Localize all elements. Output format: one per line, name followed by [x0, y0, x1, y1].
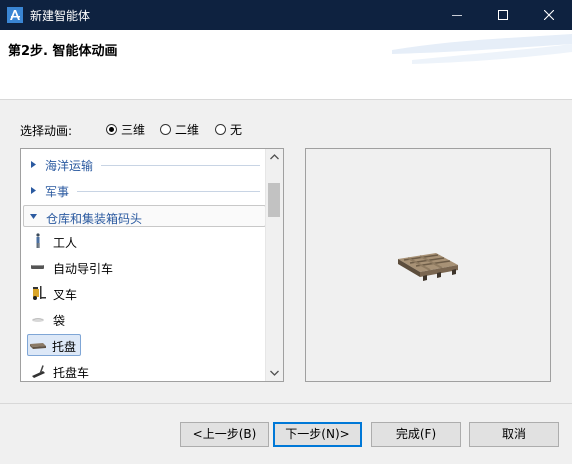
item-label: 托盘车: [53, 366, 90, 380]
radio-3d[interactable]: 三维: [106, 121, 145, 137]
minimize-button[interactable]: [434, 0, 480, 30]
animation-preview: [305, 148, 551, 382]
item-label: 袋: [53, 314, 66, 328]
category-warehouse[interactable]: 仓库和集装箱码头: [23, 205, 266, 227]
radio-indicator: [160, 123, 171, 135]
item-label: 叉车: [53, 288, 78, 302]
wizard-body: 选择动画: 三维 二维 无 海洋运输 军事 仓库和集装箱码头 工人 自动导引车 …: [0, 100, 572, 403]
list-item-worker[interactable]: 工人: [27, 230, 227, 252]
wizard-header: 第2步. 智能体动画: [0, 30, 572, 100]
item-label: 工人: [53, 236, 78, 250]
list-item-pallet-truck[interactable]: 托盘车: [27, 360, 227, 381]
list-item-bag[interactable]: 袋: [27, 308, 227, 330]
chevron-up-icon: [270, 154, 279, 160]
category-divider: [77, 191, 260, 192]
title-bar: 新建智能体: [0, 0, 572, 30]
animation-label: 选择动画:: [20, 124, 73, 138]
list-item-pallet[interactable]: 托盘: [27, 334, 81, 356]
animation-list[interactable]: 海洋运输 军事 仓库和集装箱码头 工人 自动导引车 叉车 袋 托盘 托盘车: [20, 148, 284, 382]
pallet-icon: [30, 343, 46, 349]
collapse-arrow-icon: [30, 214, 37, 219]
close-icon: [544, 10, 554, 20]
worker-icon: [36, 233, 40, 248]
chevron-down-icon: [270, 370, 279, 376]
item-label: 托盘: [52, 340, 77, 354]
category-divider: [101, 165, 260, 166]
category-military[interactable]: 军事: [23, 179, 266, 201]
back-button[interactable]: <上一步(B): [180, 422, 269, 447]
scroll-up-button[interactable]: [266, 149, 283, 166]
list-scrollbar[interactable]: [265, 149, 283, 381]
item-label: 自动导引车: [53, 262, 114, 276]
radio-none-label: 无: [230, 122, 243, 137]
maximize-button[interactable]: [480, 0, 526, 30]
cancel-button[interactable]: 取消: [469, 422, 559, 447]
radio-2d[interactable]: 二维: [160, 121, 199, 137]
footer-divider: [0, 403, 572, 404]
expand-arrow-icon: [31, 187, 36, 194]
category-label: 仓库和集装箱码头: [46, 212, 143, 226]
minimize-icon: [452, 15, 462, 16]
radio-3d-label: 三维: [121, 122, 146, 137]
header-decoration: [392, 34, 572, 64]
category-label: 海洋运输: [45, 159, 94, 173]
forklift-icon: [33, 286, 46, 300]
pallet-truck-icon: [32, 365, 45, 378]
category-label: 军事: [45, 185, 70, 199]
list-item-forklift[interactable]: 叉车: [27, 282, 227, 304]
agv-icon: [31, 265, 44, 269]
maximize-icon: [498, 10, 508, 20]
bag-icon: [32, 318, 44, 322]
next-button[interactable]: 下一步(N)>: [273, 422, 362, 447]
radio-indicator: [215, 123, 226, 135]
anylogic-app-icon: [7, 7, 23, 23]
pallet-3d-preview-icon: [398, 253, 458, 281]
radio-indicator: [106, 123, 117, 135]
radio-none[interactable]: 无: [215, 121, 242, 137]
scroll-thumb[interactable]: [268, 183, 280, 217]
close-button[interactable]: [526, 0, 572, 30]
list-item-agv[interactable]: 自动导引车: [27, 256, 227, 278]
radio-2d-label: 二维: [175, 122, 200, 137]
page-title: 第2步. 智能体动画: [8, 44, 118, 59]
scroll-down-button[interactable]: [266, 364, 283, 381]
expand-arrow-icon: [31, 161, 36, 168]
finish-button[interactable]: 完成(F): [371, 422, 461, 447]
category-marine[interactable]: 海洋运输: [23, 153, 266, 175]
window-title: 新建智能体: [30, 9, 91, 23]
